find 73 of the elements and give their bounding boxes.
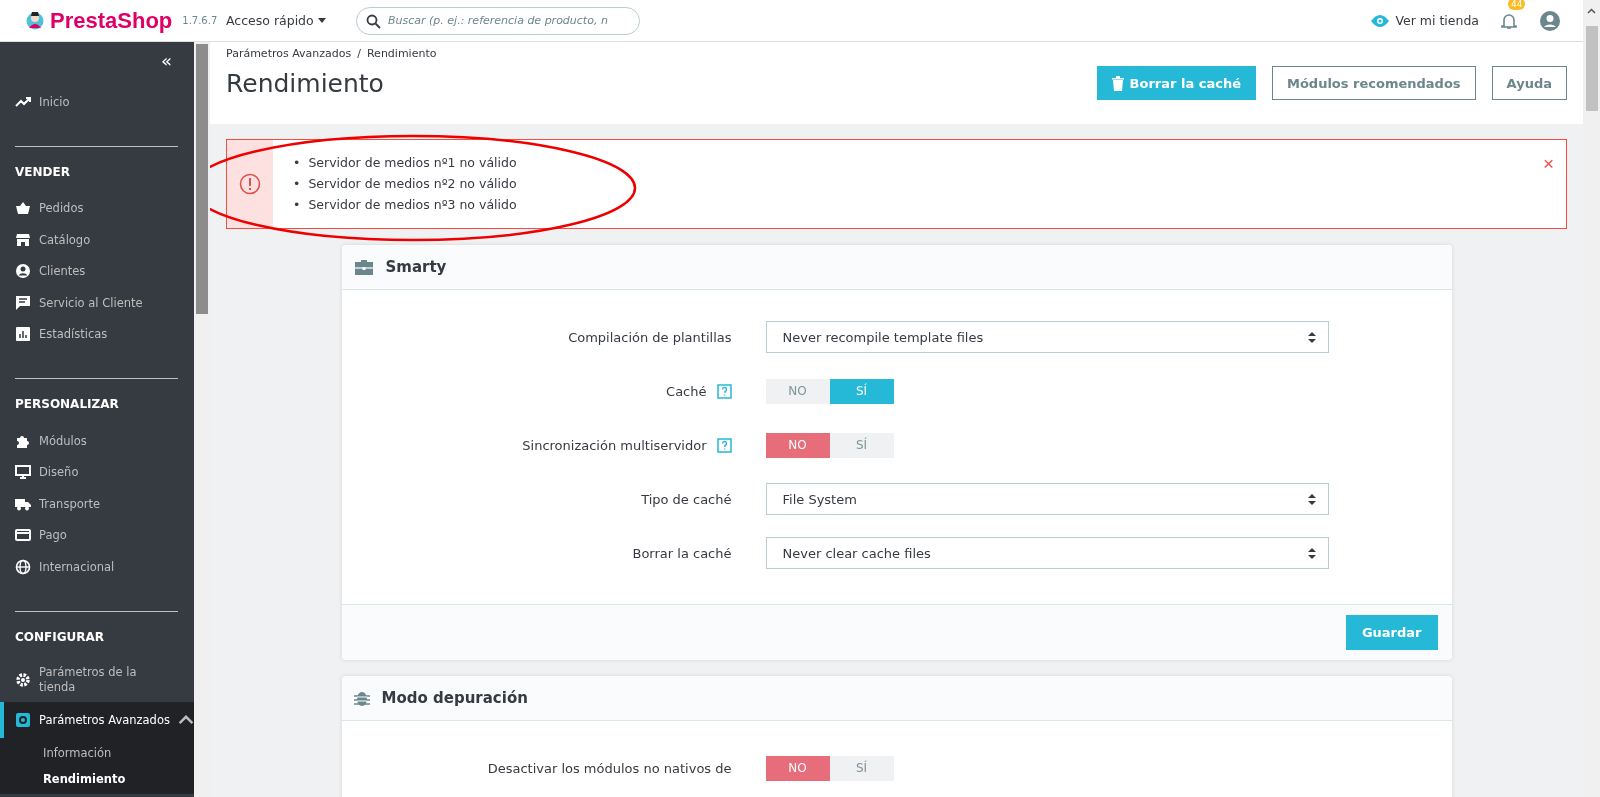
- toolbar-button[interactable]: Ayuda: [1491, 66, 1567, 100]
- chart-icon: [15, 326, 31, 343]
- field-label: Sincronización multiservidor: [522, 437, 707, 453]
- chat-icon: [15, 294, 31, 311]
- help-icon[interactable]: [716, 437, 732, 453]
- sidebar-item[interactable]: Transporte: [0, 488, 194, 520]
- field-label: Tipo de caché: [641, 491, 732, 507]
- breadcrumb-separator: /: [357, 47, 361, 60]
- quick-access-dropdown[interactable]: Acceso rápido: [226, 13, 356, 28]
- version-label: 1.7.6.7: [182, 15, 218, 26]
- sidebar-item[interactable]: Clientes: [0, 255, 194, 287]
- sidebar-item[interactable]: Parámetros Avanzados: [0, 701, 194, 738]
- basket-icon: [15, 200, 31, 217]
- scroll-up-icon[interactable]: [1587, 8, 1596, 14]
- trash-icon: [1111, 75, 1124, 91]
- sort-caret-icon: [1307, 331, 1316, 343]
- scrollbar-thumb[interactable]: [196, 44, 208, 314]
- card-icon: [15, 527, 31, 544]
- field-label: Borrar la caché: [632, 545, 732, 561]
- error-message: Servidor de medios nº3 no válido: [308, 196, 517, 214]
- sidebar-item[interactable]: Diseño: [0, 456, 194, 488]
- select-field[interactable]: File System: [765, 483, 1329, 515]
- globe-icon: [15, 558, 31, 575]
- error-message: Servidor de medios nº1 no válido: [308, 154, 517, 172]
- select-field[interactable]: Never clear cache files: [765, 537, 1329, 569]
- help-icon[interactable]: [716, 383, 732, 399]
- logo-icon: [26, 9, 44, 32]
- scrollbar-thumb[interactable]: [1585, 26, 1598, 111]
- monitor-icon: [15, 464, 31, 481]
- breadcrumb-link[interactable]: Parámetros Avanzados: [226, 47, 352, 60]
- field-label: Caché: [666, 383, 707, 399]
- notification-badge: 44: [1508, 0, 1526, 10]
- section-title: PERSONALIZAR: [14, 397, 120, 413]
- logo-text: PrestaShop: [50, 7, 173, 34]
- sidebar-item[interactable]: Catálogo: [0, 224, 194, 256]
- sidebar-item[interactable]: Servicio al Cliente: [0, 287, 194, 319]
- settings-icon: [15, 711, 31, 728]
- select-field[interactable]: Never recompile template files: [765, 321, 1329, 353]
- field-label: Desactivar los módulos no nativos de: [487, 760, 732, 776]
- error-icon: [239, 173, 261, 195]
- caret-down-icon: [317, 18, 326, 23]
- bullet: •: [293, 175, 301, 193]
- page-title: Rendimiento: [226, 68, 384, 98]
- user-icon: [15, 263, 31, 280]
- bug-icon: [353, 689, 370, 707]
- close-button[interactable]: ×: [1542, 154, 1554, 173]
- sidebar-item[interactable]: Pago: [0, 519, 194, 551]
- view-shop-link[interactable]: Ver mi tienda: [1371, 13, 1479, 28]
- sidebar-item[interactable]: Módulos: [0, 425, 194, 457]
- sidebar-item[interactable]: Parámetros de la tienda: [0, 657, 194, 702]
- store-icon: [15, 231, 31, 248]
- sidebar-item[interactable]: Inicio: [0, 86, 194, 118]
- toolbar-button[interactable]: Módulos recomendados: [1271, 66, 1476, 100]
- sort-caret-icon: [1307, 547, 1316, 559]
- sort-caret-icon: [1307, 493, 1316, 505]
- sidebar-item[interactable]: Pedidos: [0, 192, 194, 224]
- collapse-button[interactable]: «: [161, 50, 172, 71]
- sidebar-item[interactable]: Estadísticas: [0, 318, 194, 350]
- bullet: •: [293, 196, 301, 214]
- card-title: Smarty: [385, 258, 447, 276]
- sidebar-item[interactable]: Internacional: [0, 551, 194, 583]
- settings-icon: [15, 671, 31, 688]
- bullet: •: [293, 154, 301, 172]
- user-avatar-icon[interactable]: [1539, 9, 1561, 32]
- eye-icon: [1371, 14, 1390, 27]
- section-title: VENDER: [14, 164, 71, 181]
- briefcase-icon: [353, 258, 374, 276]
- section-title: CONFIGURAR: [14, 629, 106, 646]
- field-label: Compilación de plantillas: [568, 329, 732, 345]
- breadcrumb-link[interactable]: Rendimiento: [366, 47, 437, 60]
- card-title: Modo depuración: [381, 689, 528, 707]
- search-field[interactable]: Buscar (p. ej.: referencia de producto, n: [356, 6, 640, 35]
- error-message: Servidor de medios nº2 no válido: [308, 175, 517, 193]
